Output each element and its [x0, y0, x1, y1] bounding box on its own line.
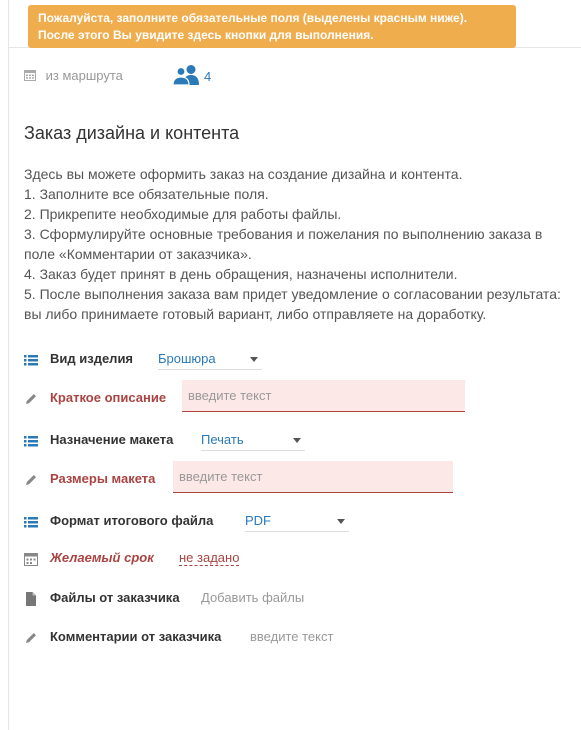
customer-comments-label: Комментарии от заказчика: [50, 629, 222, 644]
chevron-down-icon: [293, 438, 301, 443]
instruction-line: 3. Сформулируйте основные требования и п…: [24, 226, 543, 242]
list-icon: [24, 355, 38, 366]
short-description-placeholder: введите текст: [188, 388, 272, 403]
calendar-icon: [24, 70, 36, 81]
field-deadline: Желаемый срок не задано: [24, 546, 564, 576]
deadline-picker[interactable]: не задано: [179, 550, 240, 566]
short-description-label: Краткое описание: [50, 390, 167, 405]
file-format-select[interactable]: PDF: [245, 511, 349, 532]
file-format-value: PDF: [245, 513, 271, 528]
layout-purpose-label: Назначение макета: [50, 432, 174, 447]
instructions: Здесь вы можете оформить заказ на создан…: [24, 164, 569, 324]
field-customer-comments: Комментарии от заказчика введите текст: [24, 625, 564, 655]
meta-row: из маршрута 4: [24, 64, 324, 88]
required-fields-alert: Пожалуйста, заполните обязательные поля …: [28, 5, 516, 48]
chevron-down-icon: [337, 519, 345, 524]
customer-files-label: Файлы от заказчика: [50, 590, 180, 605]
pencil-icon: [26, 633, 36, 643]
layout-size-placeholder: введите текст: [179, 469, 263, 484]
short-description-input[interactable]: введите текст: [182, 380, 465, 412]
layout-size-input[interactable]: введите текст: [173, 461, 453, 493]
pencil-icon: [26, 394, 36, 404]
layout-size-label: Размеры макета: [50, 471, 156, 486]
instruction-line: Здесь вы можете оформить заказ на создан…: [24, 166, 463, 182]
page-title: Заказ дизайна и контента: [24, 123, 240, 143]
layout-purpose-value: Печать: [201, 432, 244, 447]
pencil-icon: [26, 475, 36, 485]
left-divider: [8, 0, 9, 730]
instruction-line: вы либо принимаете готовый вариант, либо…: [24, 306, 487, 322]
product-type-select[interactable]: Брошюра: [158, 349, 262, 370]
instruction-line: 1. Заполните все обязательные поля.: [24, 186, 269, 202]
file-format-label: Формат итогового файла: [50, 513, 214, 528]
alert-line-1: Пожалуйста, заполните обязательные поля …: [38, 11, 468, 25]
layout-purpose-select[interactable]: Печать: [201, 430, 305, 451]
field-product-type: Вид изделия Брошюра: [24, 347, 564, 377]
product-type-value: Брошюра: [158, 351, 216, 366]
route-label: из маршрута: [45, 68, 123, 83]
field-short-description: Краткое описание введите текст: [24, 380, 564, 416]
customer-comments-input[interactable]: введите текст: [250, 629, 333, 644]
calendar-icon: [24, 553, 38, 566]
field-file-format: Формат итогового файла PDF: [24, 509, 564, 539]
instruction-line: 5. После выполнения заказа вам придет ув…: [24, 286, 561, 302]
deadline-label: Желаемый срок: [50, 550, 154, 565]
users-icon: [172, 65, 199, 86]
field-customer-files: Файлы от заказчика Добавить файлы: [24, 586, 564, 616]
field-layout-purpose: Назначение макета Печать: [24, 428, 564, 458]
participants-count: 4: [204, 69, 212, 84]
instruction-line: 2. Прикрепите необходимые для работы фай…: [24, 206, 342, 222]
chevron-down-icon: [250, 357, 258, 362]
list-icon: [24, 517, 38, 528]
instruction-line: 4. Заказ будет принят в день обращения, …: [24, 266, 458, 282]
route-info: из маршрута: [24, 68, 123, 83]
instruction-line: поле «Комментарии от заказчика».: [24, 246, 252, 262]
field-layout-size: Размеры макета введите текст: [24, 461, 564, 497]
participants-button[interactable]: 4: [172, 64, 211, 89]
list-icon: [24, 436, 38, 447]
add-files-button[interactable]: Добавить файлы: [201, 590, 304, 605]
file-icon: [26, 592, 36, 606]
alert-line-2: После этого Вы увидите здесь кнопки для …: [38, 28, 374, 42]
product-type-label: Вид изделия: [50, 351, 134, 366]
